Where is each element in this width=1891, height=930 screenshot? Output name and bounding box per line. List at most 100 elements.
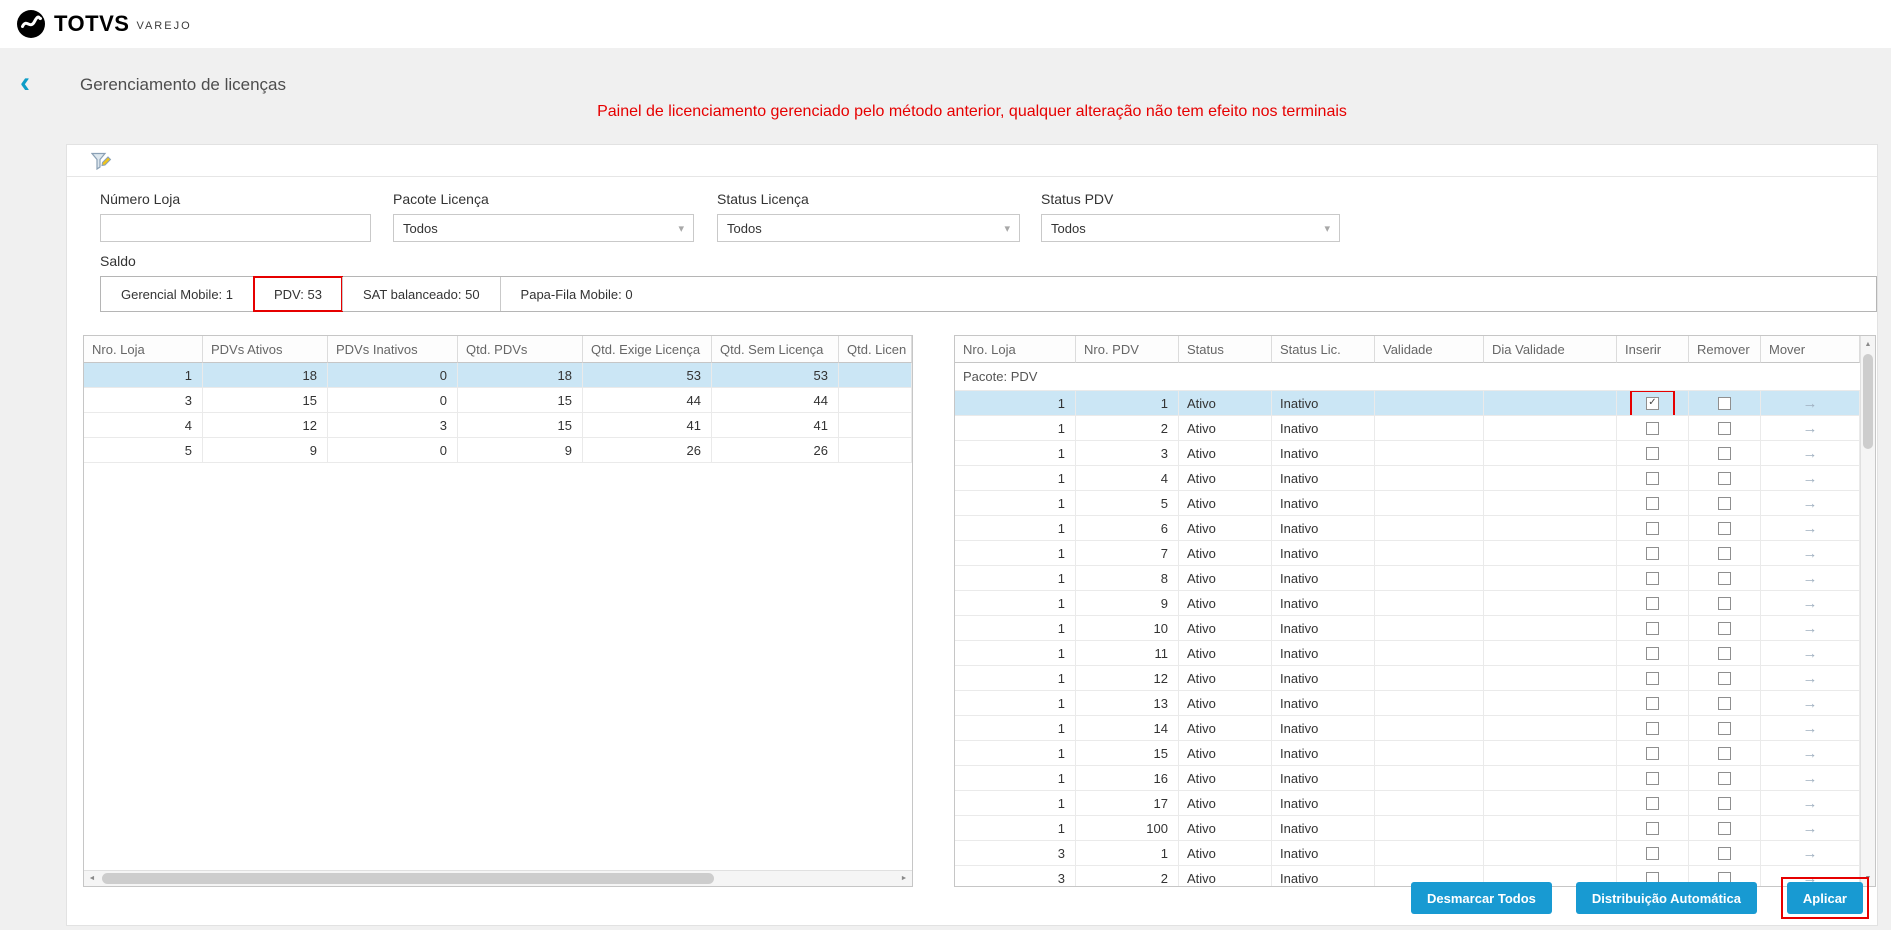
column-header[interactable]: Mover — [1761, 336, 1860, 363]
remover-checkbox[interactable] — [1718, 396, 1731, 410]
remover-checkbox[interactable] — [1718, 646, 1731, 660]
remover-checkbox[interactable] — [1718, 746, 1731, 760]
inserir-checkbox[interactable] — [1646, 671, 1659, 685]
pdv-table-row[interactable]: 1 3 Ativo Inativo → — [955, 441, 1860, 466]
stores-horizontal-scrollbar[interactable]: ◄ ► — [84, 870, 912, 886]
pdv-table-row[interactable]: 1 2 Ativo Inativo → — [955, 416, 1860, 441]
pdv-table-row[interactable]: 1 4 Ativo Inativo → — [955, 466, 1860, 491]
inserir-checkbox[interactable] — [1646, 446, 1659, 460]
inserir-checkbox[interactable] — [1646, 846, 1659, 860]
move-arrow-icon[interactable]: → — [1803, 546, 1818, 561]
distribuicao-automatica-button[interactable]: Distribuição Automática — [1575, 882, 1757, 914]
remover-checkbox[interactable] — [1718, 796, 1731, 810]
numero-loja-input[interactable] — [100, 214, 371, 242]
column-header[interactable]: Nro. Loja — [84, 336, 203, 363]
pdv-table-row[interactable]: 1 17 Ativo Inativo → — [955, 791, 1860, 816]
pdv-table-row[interactable]: 1 13 Ativo Inativo → — [955, 691, 1860, 716]
remover-checkbox[interactable] — [1718, 621, 1731, 635]
inserir-checkbox[interactable] — [1646, 771, 1659, 785]
inserir-checkbox[interactable] — [1646, 596, 1659, 610]
inserir-checkbox[interactable] — [1646, 746, 1659, 760]
remover-checkbox[interactable] — [1718, 696, 1731, 710]
column-header[interactable]: PDVs Inativos — [328, 336, 458, 363]
remover-checkbox[interactable] — [1718, 721, 1731, 735]
inserir-checkbox[interactable] — [1646, 546, 1659, 560]
inserir-checkbox[interactable] — [1646, 696, 1659, 710]
move-arrow-icon[interactable]: → — [1803, 421, 1818, 436]
scroll-up-icon[interactable]: ▲ — [1861, 336, 1875, 352]
move-arrow-icon[interactable]: → — [1803, 496, 1818, 511]
aplicar-button[interactable]: Aplicar — [1786, 882, 1863, 914]
pdv-table-row[interactable]: 1 12 Ativo Inativo → — [955, 666, 1860, 691]
pdv-table-row[interactable]: 1 15 Ativo Inativo → — [955, 741, 1860, 766]
inserir-checkbox[interactable] — [1646, 721, 1659, 735]
filter-edit-icon[interactable] — [91, 152, 112, 170]
move-arrow-icon[interactable]: → — [1803, 696, 1818, 711]
pdv-table-row[interactable]: 1 5 Ativo Inativo → — [955, 491, 1860, 516]
column-header[interactable]: Inserir — [1617, 336, 1689, 363]
remover-checkbox[interactable] — [1718, 771, 1731, 785]
pdv-table-row[interactable]: 1 10 Ativo Inativo → — [955, 616, 1860, 641]
vertical-scrollbar-thumb[interactable] — [1863, 354, 1873, 449]
column-header[interactable]: Qtd. Licen — [839, 336, 912, 363]
move-arrow-icon[interactable]: → — [1803, 721, 1818, 736]
remover-checkbox[interactable] — [1718, 421, 1731, 435]
remover-checkbox[interactable] — [1718, 596, 1731, 610]
pdv-table-row[interactable]: 1 100 Ativo Inativo → — [955, 816, 1860, 841]
column-header[interactable]: Qtd. Sem Licença — [712, 336, 839, 363]
move-arrow-icon[interactable]: → — [1803, 646, 1818, 661]
remover-checkbox[interactable] — [1718, 821, 1731, 835]
stores-table-row[interactable]: 4 12 3 15 41 41 — [84, 413, 912, 438]
inserir-checkbox[interactable] — [1646, 421, 1659, 435]
stores-table-row[interactable]: 5 9 0 9 26 26 — [84, 438, 912, 463]
column-header[interactable]: Status Lic. — [1272, 336, 1375, 363]
remover-checkbox[interactable] — [1718, 521, 1731, 535]
move-arrow-icon[interactable]: → — [1803, 446, 1818, 461]
pdv-table-row[interactable]: 1 1 Ativo Inativo ✓ → — [955, 391, 1860, 416]
stores-table-row[interactable]: 3 15 0 15 44 44 — [84, 388, 912, 413]
desmarcar-todos-button[interactable]: Desmarcar Todos — [1411, 882, 1552, 914]
inserir-checkbox[interactable] — [1646, 621, 1659, 635]
remover-checkbox[interactable] — [1718, 546, 1731, 560]
move-arrow-icon[interactable]: → — [1803, 671, 1818, 686]
scroll-right-icon[interactable]: ► — [896, 871, 912, 886]
column-header[interactable]: Qtd. PDVs — [458, 336, 583, 363]
pdv-vertical-scrollbar[interactable]: ▲ ▼ — [1860, 336, 1875, 886]
inserir-checkbox[interactable] — [1646, 796, 1659, 810]
move-arrow-icon[interactable]: → — [1803, 596, 1818, 611]
move-arrow-icon[interactable]: → — [1803, 396, 1818, 411]
stores-table-row[interactable]: 1 18 0 18 53 53 — [84, 363, 912, 388]
column-header[interactable]: Qtd. Exige Licença — [583, 336, 712, 363]
move-arrow-icon[interactable]: → — [1803, 771, 1818, 786]
move-arrow-icon[interactable]: → — [1803, 521, 1818, 536]
move-arrow-icon[interactable]: → — [1803, 621, 1818, 636]
status-pdv-select[interactable]: Todos ▾ — [1041, 214, 1340, 242]
remover-checkbox[interactable] — [1718, 471, 1731, 485]
inserir-checkbox[interactable] — [1646, 646, 1659, 660]
saldo-item[interactable]: SAT balanceado: 50 — [343, 277, 500, 311]
remover-checkbox[interactable] — [1718, 571, 1731, 585]
pdv-table-row[interactable]: 1 6 Ativo Inativo → — [955, 516, 1860, 541]
column-header[interactable]: Status — [1179, 336, 1272, 363]
remover-checkbox[interactable] — [1718, 846, 1731, 860]
remover-checkbox[interactable] — [1718, 671, 1731, 685]
column-header[interactable]: Nro. Loja — [955, 336, 1076, 363]
saldo-item[interactable]: PDV: 53 — [253, 276, 343, 312]
column-header[interactable]: Dia Validade — [1484, 336, 1617, 363]
move-arrow-icon[interactable]: → — [1803, 471, 1818, 486]
column-header[interactable]: Validade — [1375, 336, 1484, 363]
move-arrow-icon[interactable]: → — [1803, 571, 1818, 586]
move-arrow-icon[interactable]: → — [1803, 796, 1818, 811]
remover-checkbox[interactable] — [1718, 496, 1731, 510]
status-licenca-select[interactable]: Todos ▾ — [717, 214, 1020, 242]
pdv-table-row[interactable]: 1 16 Ativo Inativo → — [955, 766, 1860, 791]
inserir-checkbox[interactable] — [1646, 571, 1659, 585]
horizontal-scrollbar-thumb[interactable] — [102, 873, 714, 884]
column-header[interactable]: Nro. PDV — [1076, 336, 1179, 363]
pacote-licenca-select[interactable]: Todos ▾ — [393, 214, 694, 242]
column-header[interactable]: Remover — [1689, 336, 1761, 363]
saldo-item[interactable]: Gerencial Mobile: 1 — [101, 277, 253, 311]
remover-checkbox[interactable] — [1718, 446, 1731, 460]
pdv-table-row[interactable]: 3 1 Ativo Inativo → — [955, 841, 1860, 866]
pdv-table-row[interactable]: 1 11 Ativo Inativo → — [955, 641, 1860, 666]
